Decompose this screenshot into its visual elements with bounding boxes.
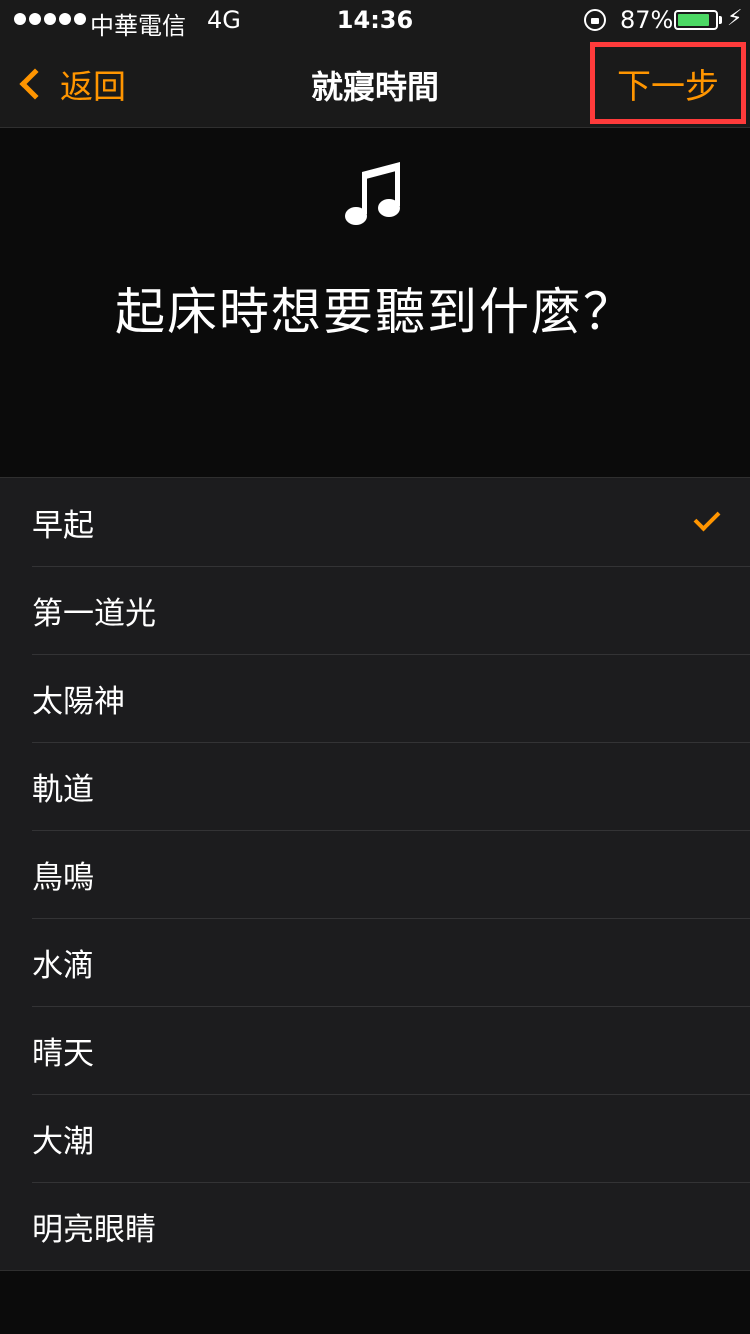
- sound-option-label: 明亮眼睛: [32, 1211, 156, 1248]
- sound-option[interactable]: 明亮眼睛: [0, 1182, 750, 1270]
- sound-option[interactable]: 大潮: [0, 1094, 750, 1182]
- battery-percentage: 87%: [620, 6, 674, 34]
- sound-option-label: 大潮: [32, 1123, 94, 1160]
- status-bar: 中華電信 4G 14:36 87% ⚡︎: [0, 0, 750, 40]
- sound-option-label: 太陽神: [32, 683, 125, 720]
- music-note-icon: [345, 162, 400, 225]
- battery-icon: [674, 10, 718, 30]
- sound-option[interactable]: 早起: [0, 478, 750, 566]
- bedtime-alarm-sound-screen: 中華電信 4G 14:36 87% ⚡︎ 返回 就寢時間 下一步 起床時想要聽到…: [0, 0, 750, 1334]
- sound-option-label: 水滴: [32, 947, 94, 984]
- sound-option-label: 晴天: [32, 1035, 94, 1072]
- sound-option[interactable]: 太陽神: [0, 654, 750, 742]
- sound-option[interactable]: 晴天: [0, 1006, 750, 1094]
- checkmark-icon: [693, 504, 721, 532]
- sound-option-label: 第一道光: [32, 595, 156, 632]
- sound-option-label: 早起: [32, 507, 94, 544]
- sound-option[interactable]: 水滴: [0, 918, 750, 1006]
- next-button[interactable]: 下一步: [590, 42, 746, 124]
- wake-sound-question: 起床時想要聽到什麼？: [115, 283, 635, 341]
- orientation-lock-icon: [584, 9, 606, 31]
- navigation-bar: 返回 就寢時間 下一步: [0, 40, 750, 128]
- wake-sound-list: 早起第一道光太陽神軌道鳥鳴水滴晴天大潮明亮眼睛: [0, 477, 750, 1271]
- sound-option[interactable]: 軌道: [0, 742, 750, 830]
- sound-option-label: 軌道: [32, 771, 94, 808]
- battery-tip: [719, 16, 722, 24]
- sound-option-label: 鳥鳴: [32, 859, 94, 896]
- sound-option[interactable]: 第一道光: [0, 566, 750, 654]
- charging-bolt-icon: ⚡︎: [727, 6, 743, 31]
- battery-level: [678, 14, 710, 26]
- next-label: 下一步: [617, 66, 719, 107]
- sound-option[interactable]: 鳥鳴: [0, 830, 750, 918]
